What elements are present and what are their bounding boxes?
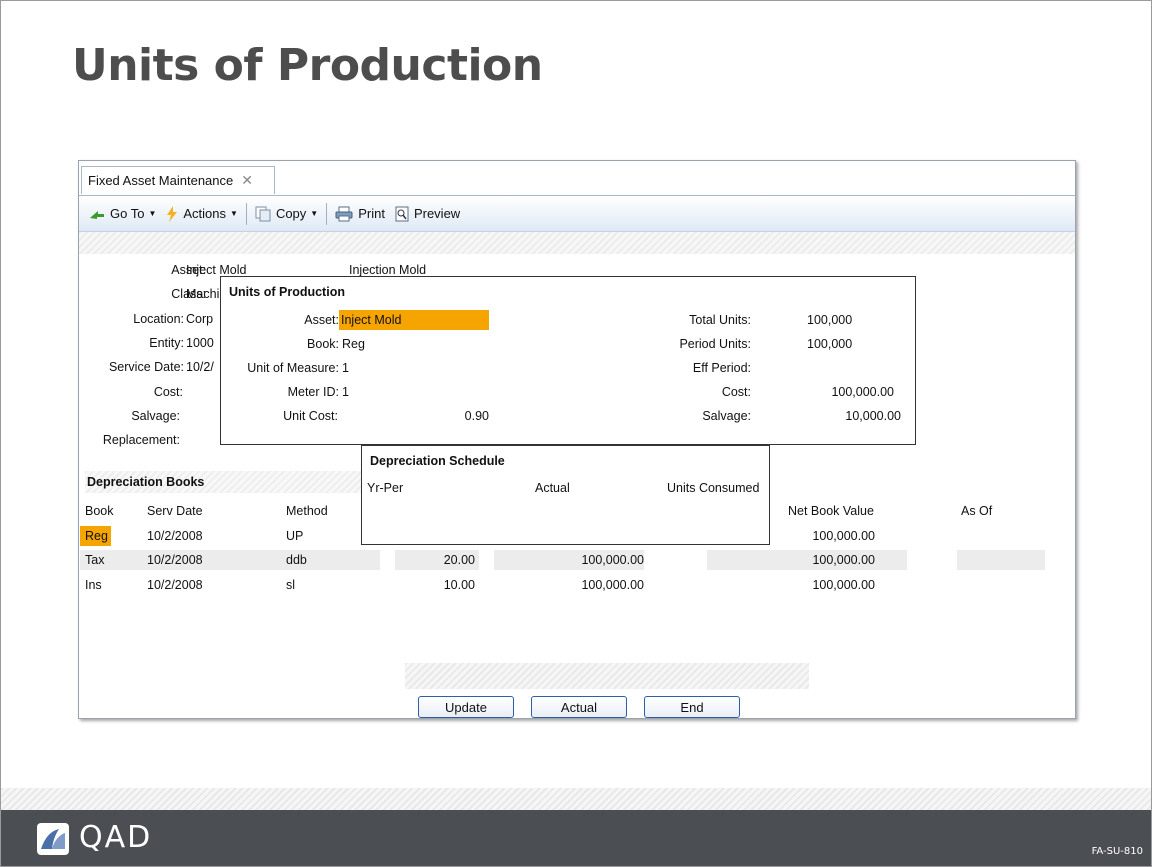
qad-logo-icon (37, 823, 69, 855)
col-header-book: Book (85, 504, 114, 518)
lightning-icon (166, 205, 178, 222)
toolbar: Go To ▼ Actions ▼ Copy ▼ Print Preview (79, 196, 1075, 232)
asset-description: Injection Mold (349, 263, 427, 277)
entity-field[interactable]: 1000 (186, 336, 214, 350)
copy-button[interactable]: Copy ▼ (255, 206, 318, 222)
uop-eff-period-label: Eff Period: (692, 361, 751, 375)
entity-label: Entity: (149, 336, 184, 350)
schedule-col-actual: Actual (535, 481, 570, 495)
depreciation-books-heading: Depreciation Books (85, 471, 405, 493)
table-row-book[interactable]: Reg (85, 529, 108, 543)
uop-uom-field[interactable]: 1 (342, 361, 349, 375)
actions-label: Actions (183, 206, 227, 221)
col-header-serv-date: Serv Date (147, 504, 203, 518)
uop-unit-cost-label: Unit Cost: (283, 409, 338, 423)
service-date-label: Service Date: (108, 360, 184, 374)
col-header-as-of: As Of (961, 504, 993, 518)
schedule-col-units-consumed: Units Consumed (667, 481, 760, 495)
chevron-down-icon: ▼ (148, 209, 157, 218)
service-date-field[interactable]: 10/2/ (186, 360, 214, 374)
table-row-nbv[interactable]: 100,000.00 (779, 578, 875, 592)
table-row-cost[interactable]: 100,000.00 (494, 553, 644, 567)
goto-label: Go To (110, 206, 145, 221)
actual-button[interactable]: Actual (531, 696, 627, 718)
schedule-col-yr-per: Yr-Per (367, 481, 404, 495)
uop-total-units-field[interactable]: 100,000 (807, 313, 852, 327)
slide-code: FA-SU-810 (1091, 846, 1143, 857)
button-bar (405, 663, 809, 689)
class-field[interactable]: Machi (186, 287, 219, 301)
table-row-life[interactable]: 20.00 (395, 553, 475, 567)
col-header-net-book-value: Net Book Value (788, 504, 874, 518)
table-row-nbv[interactable]: 100,000.00 (779, 553, 875, 567)
uop-unit-cost-field[interactable]: 0.90 (401, 409, 489, 423)
table-row-book[interactable]: Tax (85, 553, 104, 567)
uop-asset-label: Asset: (304, 313, 339, 327)
footer-stripe (1, 788, 1151, 810)
copy-icon (255, 206, 271, 222)
uop-period-units-field[interactable]: 100,000 (807, 337, 852, 351)
tab-label: Fixed Asset Maintenance (88, 173, 234, 188)
copy-label: Copy (275, 206, 307, 221)
end-button[interactable]: End (644, 696, 740, 718)
uop-book-field[interactable]: Reg (342, 337, 365, 351)
uop-uom-label: Unit of Measure: (247, 361, 339, 375)
schedule-title: Depreciation Schedule (370, 454, 505, 468)
units-of-production-dialog: Units of Production Asset: Inject Mold B… (220, 276, 916, 445)
table-row-book[interactable]: Ins (85, 578, 102, 592)
table-row-serv-date[interactable]: 10/2/2008 (147, 529, 203, 543)
close-icon[interactable]: ✕ (241, 172, 253, 189)
chevron-down-icon: ▼ (310, 209, 319, 218)
table-row-nbv[interactable]: 100,000.00 (779, 529, 875, 543)
uop-period-units-label: Period Units: (679, 337, 751, 351)
col-header-method: Method (286, 504, 328, 518)
chevron-down-icon: ▼ (230, 209, 238, 218)
preview-icon (395, 206, 409, 222)
salvage-label: Salvage: (131, 409, 180, 423)
slide-title: Units of Production (72, 40, 543, 91)
toolbar-separator (326, 202, 328, 225)
uop-cost-field[interactable]: 100,000.00 (781, 385, 894, 399)
qad-logo-text: QAD (79, 820, 153, 855)
preview-button[interactable]: Preview (395, 206, 460, 222)
tab-fixed-asset-maintenance[interactable]: Fixed Asset Maintenance ✕ (81, 166, 275, 194)
preview-label: Preview (413, 206, 461, 221)
tab-strip: Fixed Asset Maintenance ✕ (79, 161, 1075, 196)
row-shade (957, 550, 1045, 570)
uop-salvage-label: Salvage: (702, 409, 751, 423)
actions-button[interactable]: Actions ▼ (166, 205, 238, 222)
table-row-method[interactable]: UP (286, 529, 303, 543)
asset-field[interactable]: Inject Mold (186, 263, 246, 277)
uop-total-units-label: Total Units: (689, 313, 751, 327)
uop-cost-label: Cost: (721, 385, 751, 399)
table-row-life[interactable]: 10.00 (395, 578, 475, 592)
row-shade (80, 550, 380, 570)
fixed-asset-window: Fixed Asset Maintenance ✕ Go To ▼ Action… (78, 160, 1076, 719)
uop-meter-label: Meter ID: (287, 385, 339, 399)
goto-arrow-icon (89, 208, 105, 220)
header-bar (79, 232, 1075, 254)
uop-salvage-field[interactable]: 10,000.00 (801, 409, 901, 423)
print-button[interactable]: Print (335, 206, 385, 222)
uop-meter-field[interactable]: 1 (342, 385, 349, 399)
replacement-label: Replacement: (102, 433, 180, 447)
printer-icon (335, 206, 353, 222)
uop-book-label: Book: (307, 337, 339, 351)
toolbar-separator (245, 202, 247, 225)
goto-button[interactable]: Go To ▼ (89, 206, 156, 221)
depreciation-schedule-dialog: Depreciation Schedule Yr-Per Actual Unit… (361, 445, 770, 545)
table-row-serv-date[interactable]: 10/2/2008 (147, 553, 203, 567)
update-button[interactable]: Update (418, 696, 514, 718)
dialog-title: Units of Production (229, 285, 345, 299)
table-row-method[interactable]: sl (286, 578, 295, 592)
table-row-method[interactable]: ddb (286, 553, 307, 567)
uop-asset-field[interactable]: Inject Mold (339, 310, 489, 330)
print-label: Print (358, 206, 385, 221)
table-row-cost[interactable]: 100,000.00 (494, 578, 644, 592)
footer: QAD FA-SU-810 (1, 810, 1151, 866)
location-label: Location: (133, 312, 184, 326)
table-row-serv-date[interactable]: 10/2/2008 (147, 578, 203, 592)
cost-label: Cost: (153, 385, 183, 399)
location-field[interactable]: Corp (186, 312, 213, 326)
